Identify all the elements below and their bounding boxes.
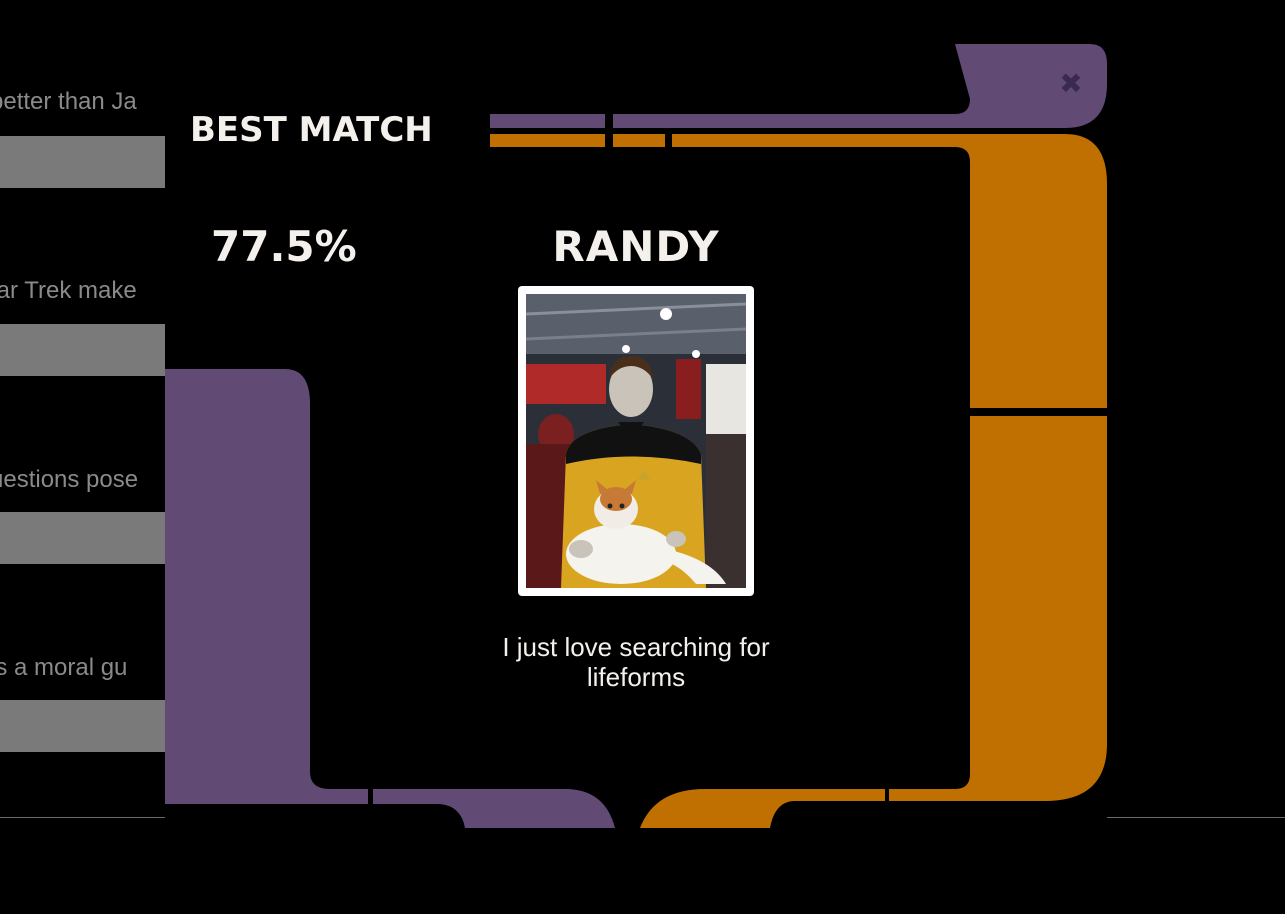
question-text: is a moral gu (0, 654, 128, 681)
person-with-cat-image (526, 294, 746, 588)
modal-title: Best Match (190, 110, 433, 150)
close-icon[interactable]: ✖ (1058, 70, 1084, 98)
best-match-modal: ✖ Best Match 77.5% Randy (165, 44, 1107, 828)
question-text: uestions pose (0, 466, 139, 493)
question-text: better than Ja (0, 88, 137, 115)
match-name: Randy (552, 222, 720, 271)
match-score: 77.5% (211, 222, 357, 271)
question-text: tar Trek make (0, 277, 137, 304)
match-photo (518, 286, 754, 596)
match-bio: I just love searching for lifeforms (502, 632, 770, 692)
